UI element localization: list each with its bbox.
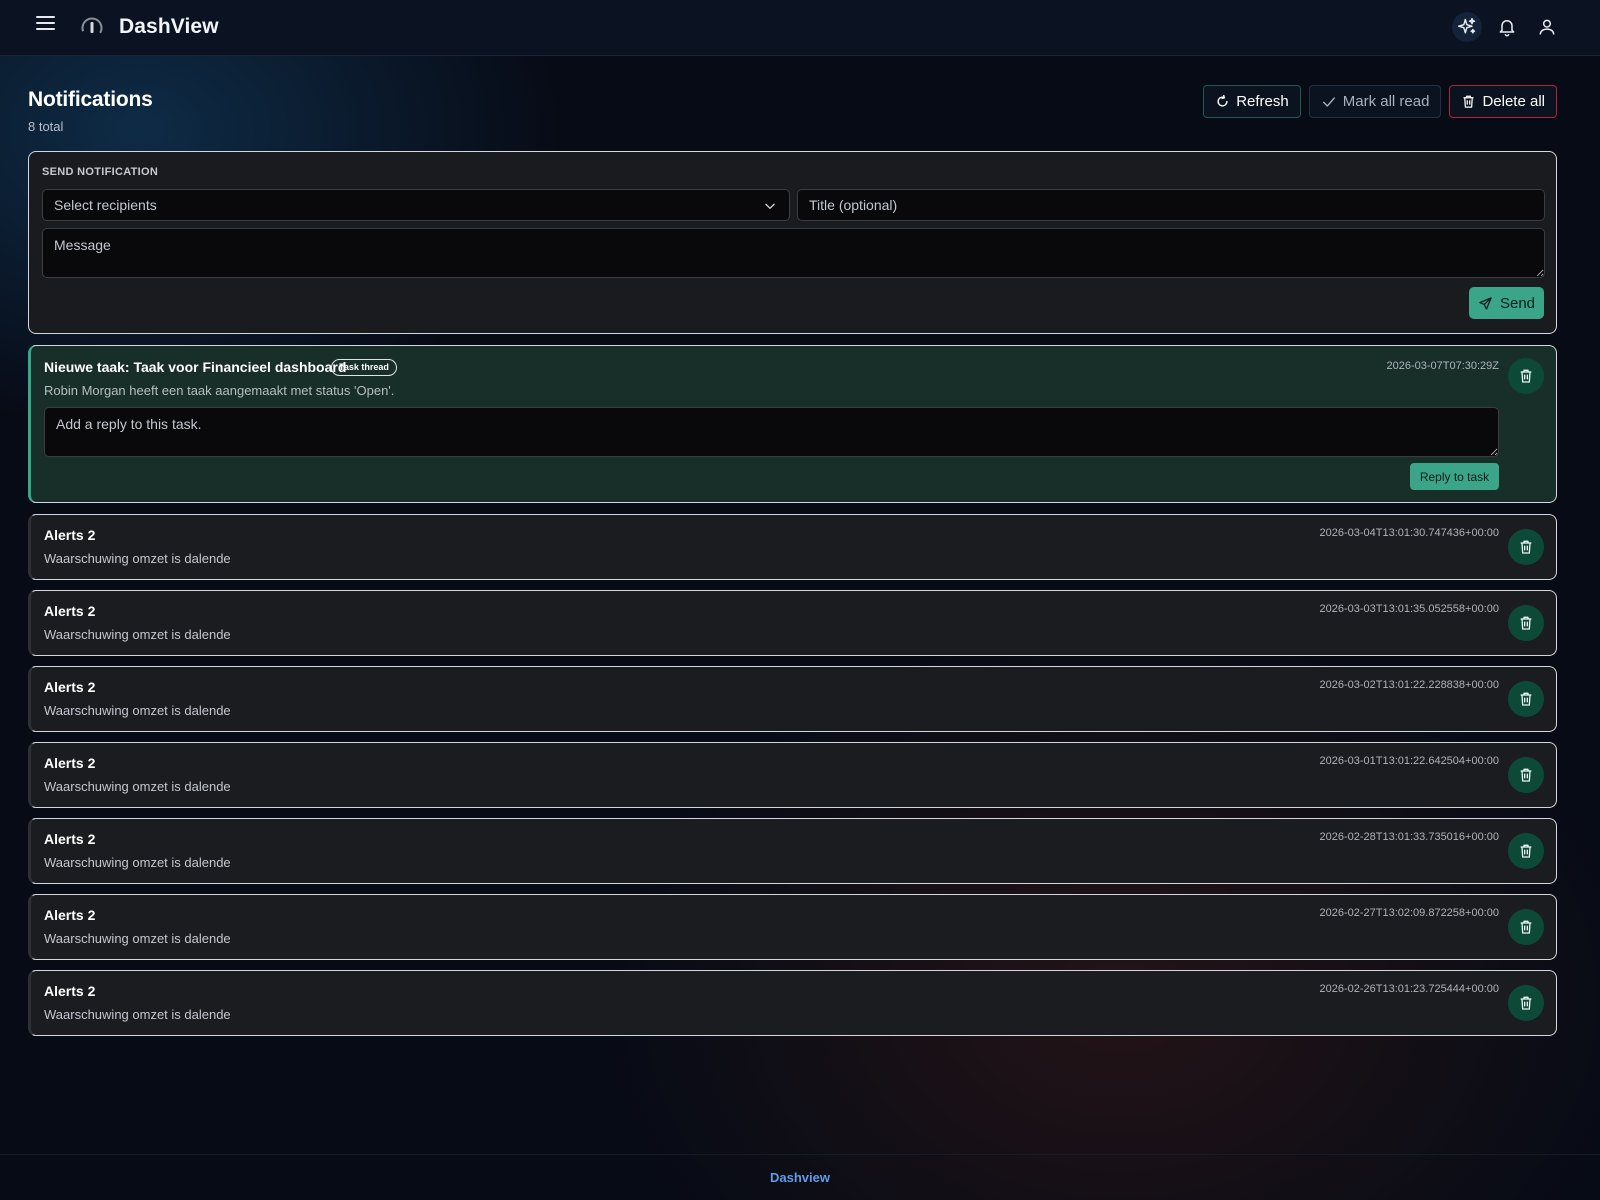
- send-icon: [1479, 296, 1492, 310]
- notification-message: Waarschuwing omzet is dalende: [44, 627, 231, 642]
- notification-card: Alerts 2 Waarschuwing omzet is dalende 2…: [28, 514, 1557, 580]
- top-bar: DashView: [0, 0, 1600, 56]
- notification-card: Alerts 2 Waarschuwing omzet is dalende 2…: [28, 742, 1557, 808]
- notification-title: Alerts 2: [44, 603, 96, 619]
- send-notification-panel: SEND NOTIFICATION Select recipients Send: [28, 151, 1557, 334]
- trash-icon: [1520, 616, 1532, 630]
- mark-all-read-label: Mark all read: [1342, 93, 1430, 110]
- reply-to-task-button[interactable]: Reply to task: [1410, 463, 1499, 490]
- notification-message: Waarschuwing omzet is dalende: [44, 779, 231, 794]
- logo-icon: [81, 17, 103, 39]
- refresh-button[interactable]: Refresh: [1203, 85, 1301, 118]
- task-delete-button[interactable]: [1508, 358, 1544, 394]
- bell-icon[interactable]: [1492, 12, 1522, 42]
- refresh-label: Refresh: [1236, 93, 1289, 110]
- notification-delete-button[interactable]: [1508, 985, 1544, 1021]
- notification-timestamp: 2026-03-01T13:01:22.642504+00:00: [1319, 755, 1499, 767]
- trash-icon: [1520, 920, 1532, 934]
- notification-title: Alerts 2: [44, 907, 96, 923]
- task-thread-badge: Task thread: [331, 359, 397, 376]
- notification-timestamp: 2026-03-03T13:01:35.052558+00:00: [1319, 603, 1499, 615]
- task-notification-card: Nieuwe taak: Taak voor Financieel dashbo…: [28, 345, 1557, 503]
- notification-delete-button[interactable]: [1508, 757, 1544, 793]
- recipients-select[interactable]: Select recipients: [42, 189, 790, 221]
- footer-link[interactable]: Dashview: [770, 1170, 830, 1185]
- task-description: Robin Morgan heeft een taak aangemaakt m…: [44, 383, 395, 398]
- notification-timestamp: 2026-02-26T13:01:23.725444+00:00: [1319, 983, 1499, 995]
- notification-message: Waarschuwing omzet is dalende: [44, 855, 231, 870]
- chevron-down-icon: [765, 203, 775, 209]
- recipients-placeholder: Select recipients: [54, 197, 157, 213]
- notification-message: Waarschuwing omzet is dalende: [44, 1007, 231, 1022]
- refresh-icon: [1217, 94, 1228, 107]
- notification-title: Alerts 2: [44, 679, 96, 695]
- brand-name[interactable]: DashView: [119, 15, 219, 39]
- trash-icon: [1520, 996, 1532, 1010]
- notification-card: Alerts 2 Waarschuwing omzet is dalende 2…: [28, 894, 1557, 960]
- mark-all-read-button[interactable]: Mark all read: [1308, 85, 1442, 118]
- notification-delete-button[interactable]: [1508, 605, 1544, 641]
- send-notification-heading: SEND NOTIFICATION: [42, 166, 159, 178]
- send-button[interactable]: Send: [1469, 287, 1544, 319]
- message-input[interactable]: [42, 228, 1545, 278]
- page-title: Notifications: [28, 88, 153, 111]
- task-title: Nieuwe taak: Taak voor Financieel dashbo…: [44, 359, 347, 375]
- delete-all-button[interactable]: Delete all: [1449, 85, 1557, 118]
- notification-card: Alerts 2 Waarschuwing omzet is dalende 2…: [28, 590, 1557, 656]
- delete-all-label: Delete all: [1482, 93, 1545, 110]
- title-input[interactable]: [797, 189, 1545, 221]
- notification-list: Alerts 2 Waarschuwing omzet is dalende 2…: [28, 514, 1557, 1046]
- trash-icon: [1520, 692, 1532, 706]
- footer: Dashview: [0, 1154, 1600, 1200]
- notification-message: Waarschuwing omzet is dalende: [44, 551, 231, 566]
- trash-icon: [1520, 540, 1532, 554]
- notification-title: Alerts 2: [44, 831, 96, 847]
- task-reply-input[interactable]: [44, 407, 1499, 457]
- notification-title: Alerts 2: [44, 755, 96, 771]
- sparkle-icon[interactable]: [1452, 12, 1482, 42]
- notification-card: Alerts 2 Waarschuwing omzet is dalende 2…: [28, 818, 1557, 884]
- notification-timestamp: 2026-03-04T13:01:30.747436+00:00: [1319, 527, 1499, 539]
- menu-icon[interactable]: [36, 16, 56, 36]
- notification-delete-button[interactable]: [1508, 529, 1544, 565]
- notification-delete-button[interactable]: [1508, 833, 1544, 869]
- notification-delete-button[interactable]: [1508, 681, 1544, 717]
- notification-message: Waarschuwing omzet is dalende: [44, 703, 231, 718]
- notification-timestamp: 2026-02-28T13:01:33.735016+00:00: [1319, 831, 1499, 843]
- notification-count: 8 total: [28, 119, 64, 134]
- header-actions: Refresh Mark all read Delete all: [1203, 85, 1557, 118]
- notification-delete-button[interactable]: [1508, 909, 1544, 945]
- send-label: Send: [1499, 294, 1536, 312]
- notification-timestamp: 2026-02-27T13:02:09.872258+00:00: [1319, 907, 1499, 919]
- notification-message: Waarschuwing omzet is dalende: [44, 931, 231, 946]
- notification-timestamp: 2026-03-02T13:01:22.228838+00:00: [1319, 679, 1499, 691]
- task-timestamp: 2026-03-07T07:30:29Z: [1386, 360, 1499, 372]
- user-icon[interactable]: [1532, 12, 1562, 42]
- trash-icon: [1520, 768, 1532, 782]
- check-icon: [1322, 96, 1335, 107]
- notification-title: Alerts 2: [44, 527, 96, 543]
- trash-icon: [1520, 369, 1532, 383]
- notification-card: Alerts 2 Waarschuwing omzet is dalende 2…: [28, 666, 1557, 732]
- trash-icon: [1520, 844, 1532, 858]
- trash-icon: [1463, 95, 1474, 108]
- notification-title: Alerts 2: [44, 983, 96, 999]
- notification-card: Alerts 2 Waarschuwing omzet is dalende 2…: [28, 970, 1557, 1036]
